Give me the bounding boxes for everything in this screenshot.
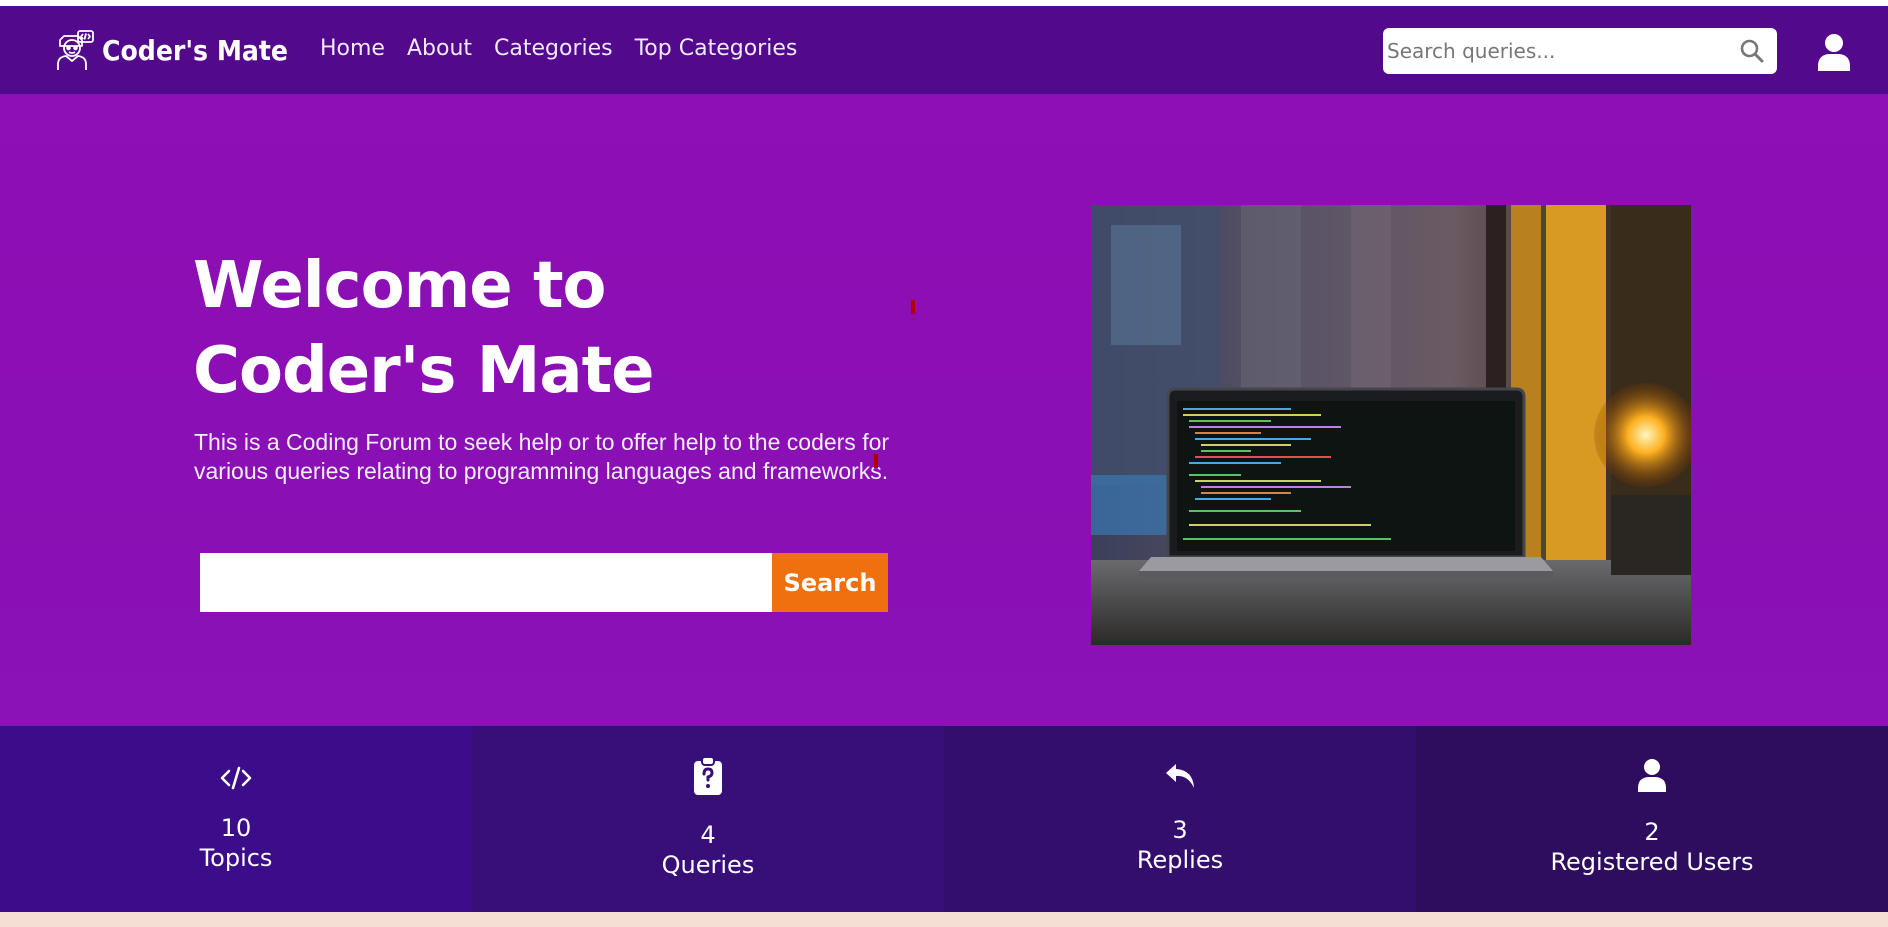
nav-top-categories[interactable]: Top Categories: [635, 36, 798, 61]
footer-strip: [0, 912, 1888, 927]
stat-users-value: 2: [1644, 818, 1660, 846]
nav-home[interactable]: Home: [320, 36, 385, 61]
hero-search-button[interactable]: Search: [772, 553, 888, 612]
stat-queries-label: Queries: [661, 851, 755, 879]
nav-about[interactable]: About: [407, 36, 472, 61]
marker-mark: [874, 454, 878, 468]
stat-replies: 3 Replies: [944, 726, 1416, 912]
stat-users-label: Registered Users: [1550, 848, 1754, 876]
user-icon: [1638, 759, 1666, 792]
brand[interactable]: Coder's Mate: [52, 28, 288, 72]
brand-name: Coder's Mate: [102, 33, 289, 67]
stat-queries-value: 4: [700, 821, 716, 849]
nav-links: Home About Categories Top Categories: [320, 36, 797, 61]
hero-search: Search: [200, 553, 888, 612]
code-icon: [220, 766, 252, 790]
nav-categories[interactable]: Categories: [494, 36, 613, 61]
hero-description: This is a Coding Forum to seek help or t…: [194, 429, 890, 484]
nav-search-input[interactable]: [1383, 39, 1723, 63]
stat-topics: 10 Topics: [0, 726, 472, 912]
coder-logo-icon: [57, 30, 94, 70]
stat-topics-value: 10: [220, 814, 252, 842]
hero-search-input[interactable]: [200, 553, 772, 612]
stat-replies-value: 3: [1172, 816, 1188, 844]
stat-queries: 4 Queries: [472, 726, 944, 912]
user-icon[interactable]: [1816, 33, 1852, 71]
stat-topics-label: Topics: [199, 844, 273, 872]
reply-icon: [1166, 764, 1194, 788]
hero-title: Welcome to Coder's Mate: [193, 249, 655, 408]
search-icon[interactable]: [1739, 38, 1765, 64]
stat-replies-label: Replies: [1136, 846, 1224, 874]
nav-search: [1383, 28, 1777, 74]
marker-mark: [911, 300, 915, 314]
laptop-photo: [1091, 205, 1691, 645]
hero-section: Welcome to Coder's Mate This is a Coding…: [0, 94, 1888, 726]
clipboard-question-icon: [694, 756, 722, 795]
stats-bar: 10 Topics 4 Queries 3 Replies 2 Register…: [0, 726, 1888, 912]
stat-users: 2 Registered Users: [1416, 726, 1888, 912]
navbar: Coder's Mate Home About Categories Top C…: [0, 6, 1888, 94]
